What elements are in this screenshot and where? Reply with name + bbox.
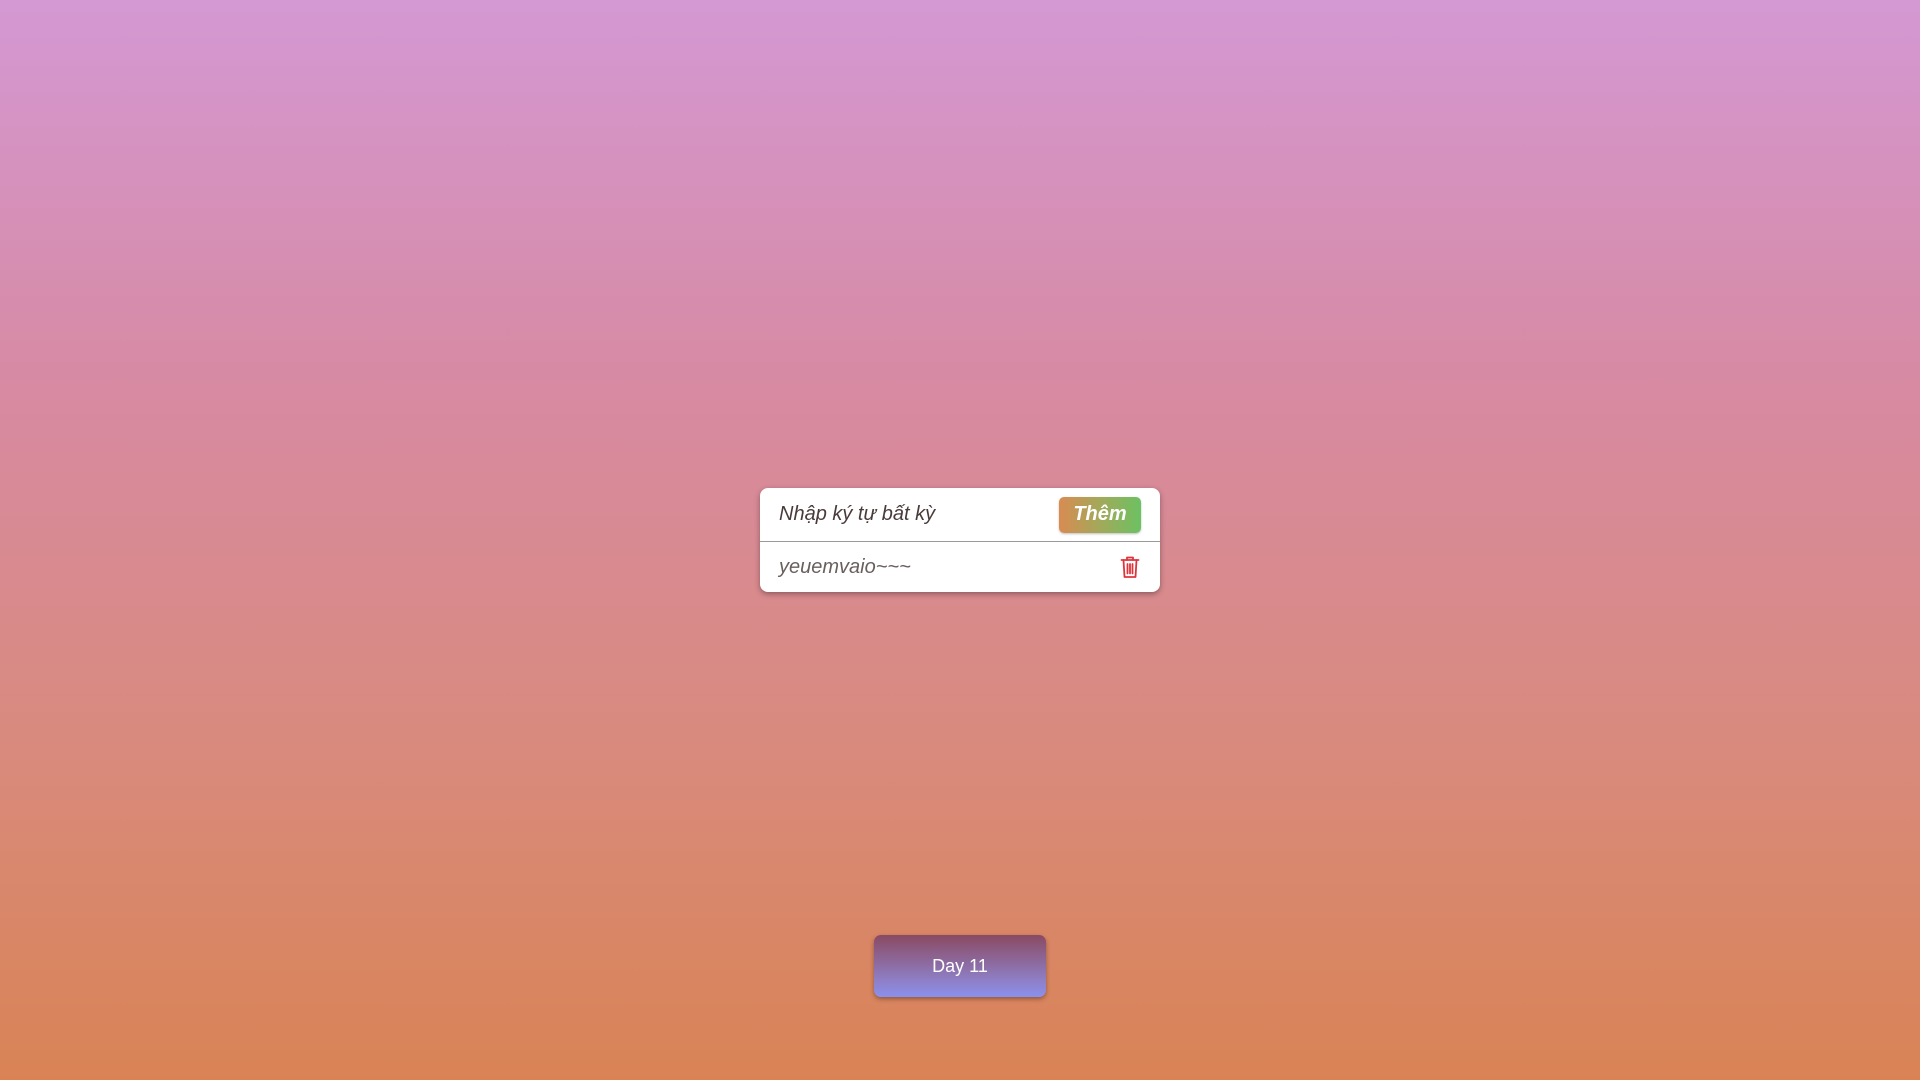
add-button[interactable]: Thêm (1059, 496, 1141, 533)
day-button[interactable]: Day 11 (874, 935, 1046, 997)
todo-input[interactable] (779, 503, 1039, 526)
todo-item: yeuemvaio~~~ (760, 542, 1160, 592)
todo-card: Thêm yeuemvaio~~~ (760, 488, 1160, 592)
todo-input-row: Thêm (760, 488, 1160, 542)
trash-icon[interactable] (1119, 554, 1141, 580)
todo-item-text: yeuemvaio~~~ (779, 555, 911, 578)
